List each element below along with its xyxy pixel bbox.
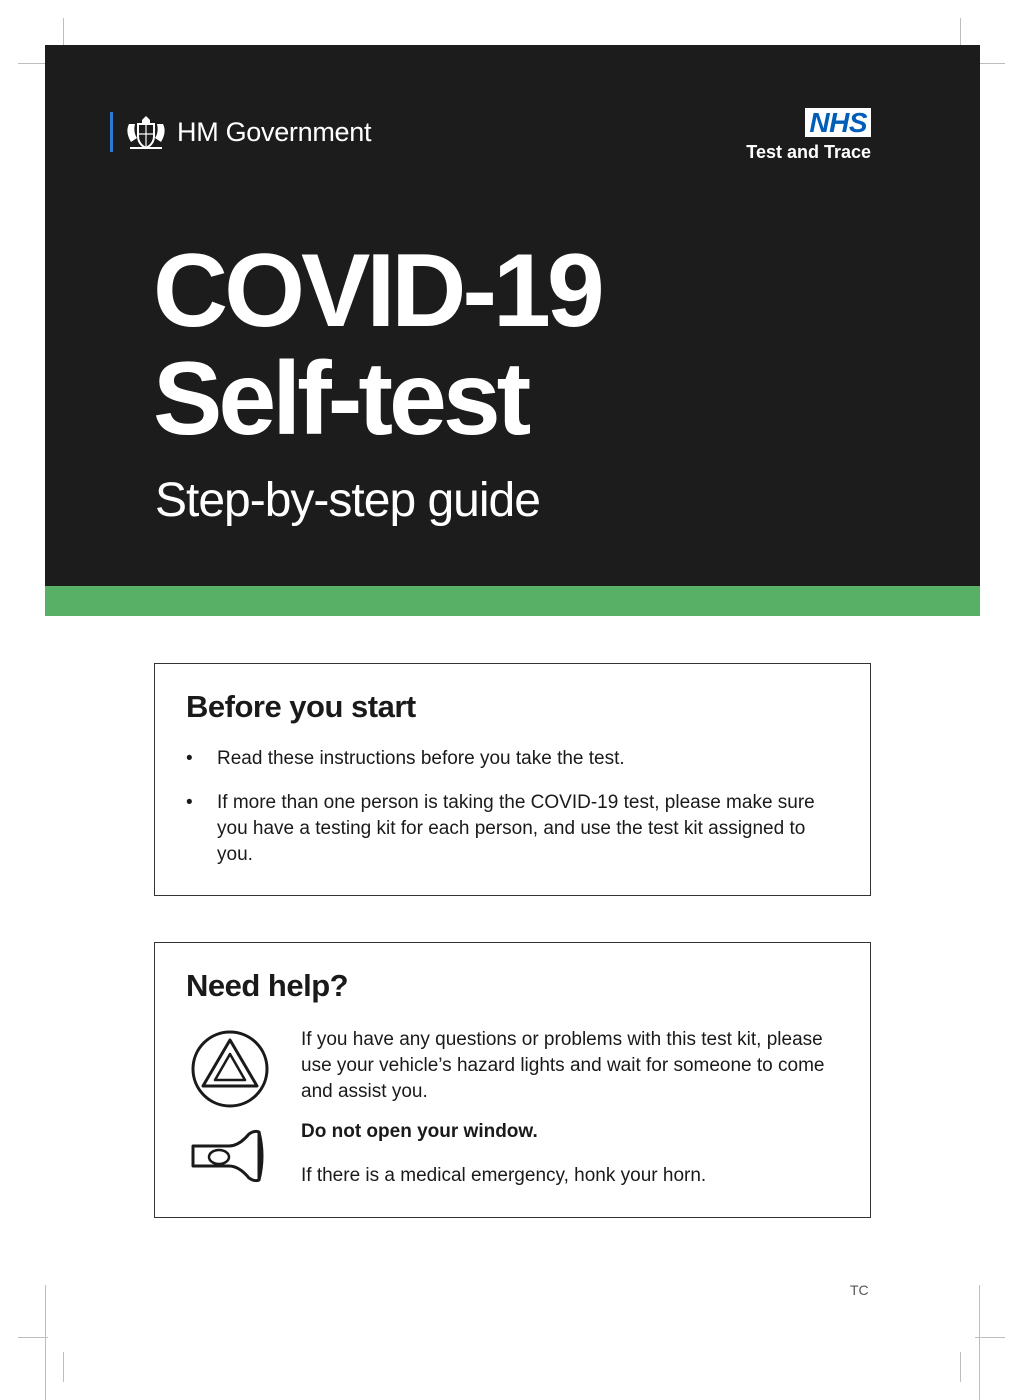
footer-code: TC bbox=[850, 1282, 869, 1298]
crop-mark bbox=[63, 18, 64, 48]
help-instructions: If you have any questions or problems wi… bbox=[301, 1029, 825, 1102]
title-line-1: COVID-19 bbox=[153, 233, 605, 349]
hm-government-text: HM Government bbox=[177, 116, 372, 147]
crop-mark bbox=[18, 1337, 48, 1338]
instruction-list: Read these instructions before you take … bbox=[186, 746, 826, 886]
nhs-badge: NHS bbox=[805, 108, 871, 137]
list-item: Read these instructions before you take … bbox=[186, 746, 826, 772]
emergency-instructions: If there is a medical emergency, honk yo… bbox=[301, 1165, 707, 1186]
crop-mark bbox=[18, 63, 48, 64]
need-help-heading: Need help? bbox=[186, 968, 349, 1003]
nhs-subtitle: Test and Trace bbox=[746, 142, 871, 162]
crop-mark bbox=[960, 1352, 961, 1382]
gov-logo-rule bbox=[110, 112, 113, 152]
crop-mark bbox=[63, 1352, 64, 1382]
hero-banner: HM Government NHS Test and Trace COVID-1… bbox=[45, 45, 980, 586]
before-you-start-panel: Before you start Read these instructions… bbox=[154, 663, 871, 896]
title-line-2: Self-test bbox=[153, 341, 531, 457]
crop-mark bbox=[45, 1285, 46, 1400]
need-help-panel: Need help? If you have any questions or … bbox=[154, 942, 871, 1218]
page-title: COVID-19 Self-test bbox=[153, 233, 605, 457]
royal-crest-icon bbox=[127, 116, 165, 150]
hazard-lights-icon bbox=[191, 1030, 269, 1108]
green-accent-bar bbox=[45, 586, 980, 616]
nhs-test-and-trace-logo: NHS Test and Trace bbox=[746, 108, 871, 163]
horn-icon bbox=[191, 1129, 264, 1183]
crop-mark bbox=[979, 1285, 980, 1400]
before-you-start-heading: Before you start bbox=[186, 689, 416, 724]
crop-mark bbox=[960, 18, 961, 48]
page-subtitle: Step-by-step guide bbox=[155, 474, 541, 527]
list-item: If more than one person is taking the CO… bbox=[186, 790, 826, 868]
hm-government-logo: HM Government bbox=[110, 110, 371, 154]
do-not-open-window-warning: Do not open your window. bbox=[301, 1121, 538, 1142]
